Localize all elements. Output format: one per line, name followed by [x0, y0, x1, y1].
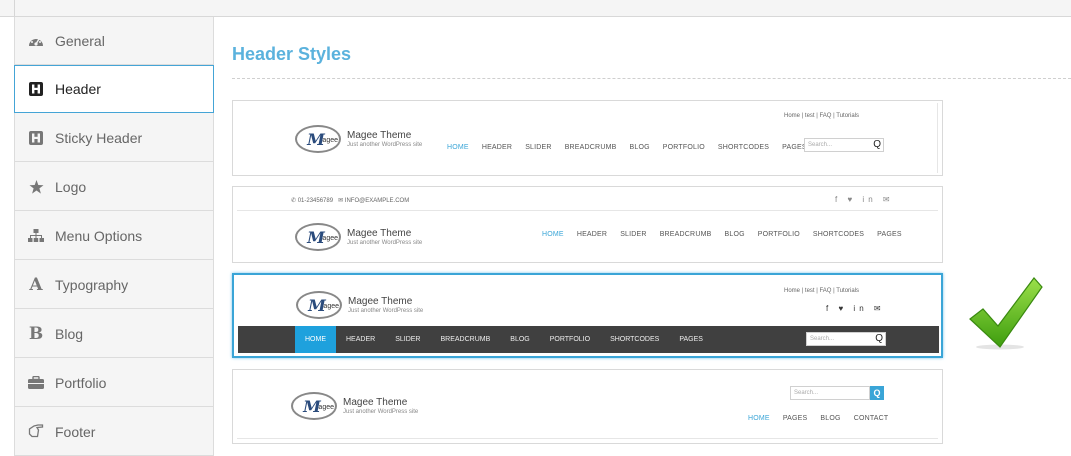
sidebar-item-label: Logo — [55, 178, 87, 195]
nav-item: BLOG — [820, 415, 841, 422]
header-style-4-option[interactable]: Magee Magee Theme Just another WordPress … — [232, 369, 943, 444]
magee-logo-badge: Magee — [291, 392, 337, 420]
top-links: Home | test | FAQ | Tutorials — [784, 288, 860, 294]
nav-item: BLOG — [510, 336, 530, 343]
nav-item: BREADCRUMB — [564, 144, 617, 151]
star-icon — [27, 178, 45, 196]
magee-logo-badge: Magee — [295, 223, 341, 251]
sidebar-item-portfolio[interactable]: Portfolio — [15, 359, 213, 407]
header-style-2-option[interactable]: ✆ 01-23456789 ✉ INFO@EXAMPLE.COM f ♥ in … — [232, 186, 943, 263]
sidebar-item-label: Footer — [55, 423, 96, 440]
nav-item: HOME — [447, 144, 469, 151]
top-links: Home | test | FAQ | Tutorials — [784, 113, 860, 119]
nav-item: HOME — [748, 415, 770, 422]
dashboard-icon — [27, 32, 45, 50]
search-box: Search... Q — [806, 332, 886, 346]
magee-logo-badge: Magee — [296, 291, 342, 319]
font-a-icon: A — [29, 274, 43, 295]
top-bar — [0, 0, 1071, 17]
sidebar-item-label: Sticky Header — [55, 129, 143, 146]
header-style-3-option[interactable]: Magee Magee Theme Just another WordPress … — [232, 273, 943, 358]
search-icon: Q — [873, 139, 881, 150]
social-icons: f ♥ in ✉ — [835, 195, 894, 204]
page-title: Header Styles — [232, 44, 352, 64]
nav-bar: HOME HEADER SLIDER BREADCRUMB BLOG PORTF… — [238, 326, 939, 353]
site-tagline: Just another WordPress site — [347, 141, 423, 148]
contact-info: ✆ 01-23456789 ✉ INFO@EXAMPLE.COM — [291, 198, 410, 204]
sidebar-item-sticky-header[interactable]: Sticky Header — [15, 114, 213, 162]
h-square-icon — [27, 129, 45, 147]
sitemap-icon — [27, 227, 45, 245]
logo: Magee Magee Theme Just another WordPress … — [296, 291, 423, 319]
email-address: INFO@EXAMPLE.COM — [344, 198, 410, 204]
main-nav: HOME PAGES BLOG CONTACT — [748, 415, 888, 422]
sidebar-item-label: Portfolio — [55, 374, 107, 391]
hand-pointer-icon — [27, 423, 45, 441]
search-box: Search... — [790, 386, 870, 400]
site-name: Magee Theme — [347, 129, 412, 141]
nav-item: HOME — [542, 231, 564, 238]
logo: Magee Magee Theme Just another WordPress … — [291, 392, 418, 420]
nav-item: HEADER — [346, 336, 376, 343]
nav-item: SHORTCODES — [812, 231, 865, 238]
sidebar-item-footer[interactable]: Footer — [15, 408, 213, 456]
search-icon: Q — [875, 333, 883, 344]
nav-item: PORTFOLIO — [549, 336, 591, 343]
search-box: Search... Q — [804, 138, 884, 152]
site-tagline: Just another WordPress site — [348, 307, 424, 314]
site-name: Magee Theme — [348, 295, 413, 307]
nav-item: BLOG — [724, 231, 745, 238]
main-nav: HOME HEADER SLIDER BREADCRUMB BLOG PORTF… — [542, 231, 915, 238]
header-style-1-option[interactable]: Magee Magee Theme Just another WordPress … — [232, 100, 943, 176]
options-sidebar: General Header Sticky Header Logo Menu O… — [14, 17, 214, 456]
search-icon: Q — [870, 386, 884, 400]
nav-item: PAGES — [877, 231, 902, 238]
nav-item: SHORTCODES — [717, 144, 770, 151]
nav-item: BREADCRUMB — [659, 231, 712, 238]
site-tagline: Just another WordPress site — [347, 239, 423, 246]
sidebar-item-label: Header — [55, 81, 101, 97]
nav-item: SLIDER — [395, 336, 421, 343]
sidebar-item-menu-options[interactable]: Menu Options — [15, 212, 213, 260]
sidebar-item-label: Menu Options — [55, 227, 143, 244]
sidebar-item-label: General — [55, 32, 105, 49]
sidebar-item-logo[interactable]: Logo — [15, 163, 213, 211]
site-name: Magee Theme — [343, 396, 408, 408]
nav-item: SLIDER — [620, 231, 647, 238]
sidebar-item-blog[interactable]: B Blog — [15, 310, 213, 358]
divider — [232, 78, 1071, 79]
nav-item: BREADCRUMB — [440, 336, 491, 343]
logo: Magee Magee Theme Just another WordPress … — [295, 223, 422, 251]
sidebar-item-general[interactable]: General — [15, 17, 213, 65]
nav-item: PAGES — [782, 415, 808, 422]
nav-item: HEADER — [576, 231, 608, 238]
bold-b-icon: B — [28, 323, 44, 344]
main-nav: HOME HEADER SLIDER BREADCRUMB BLOG PORTF… — [447, 144, 820, 151]
sidebar-item-label: Blog — [55, 325, 84, 342]
site-tagline: Just another WordPress site — [343, 408, 419, 415]
nav-item: PAGES — [679, 336, 703, 343]
h-square-icon — [27, 80, 45, 98]
nav-item: PORTFOLIO — [757, 231, 800, 238]
sidebar-item-typography[interactable]: A Typography — [15, 261, 213, 309]
nav-item: HOME — [295, 326, 336, 353]
magee-logo-badge: Magee — [295, 125, 341, 153]
nav-item: PORTFOLIO — [662, 144, 705, 151]
nav-item: CONTACT — [853, 415, 889, 422]
site-name: Magee Theme — [347, 227, 412, 239]
nav-item: SHORTCODES — [610, 336, 660, 343]
logo: Magee Magee Theme Just another WordPress … — [295, 125, 422, 153]
nav-item: BLOG — [629, 144, 650, 151]
sidebar-item-label: Typography — [55, 276, 129, 293]
nav-item: HEADER — [481, 144, 513, 151]
selected-checkmark-icon — [969, 277, 1043, 350]
social-icons: f ♥ in ✉ — [826, 304, 885, 313]
phone-number: 01-23456789 — [297, 198, 334, 204]
nav-item: SLIDER — [525, 144, 552, 151]
briefcase-icon — [27, 374, 45, 392]
sidebar-item-header[interactable]: Header — [14, 65, 214, 113]
